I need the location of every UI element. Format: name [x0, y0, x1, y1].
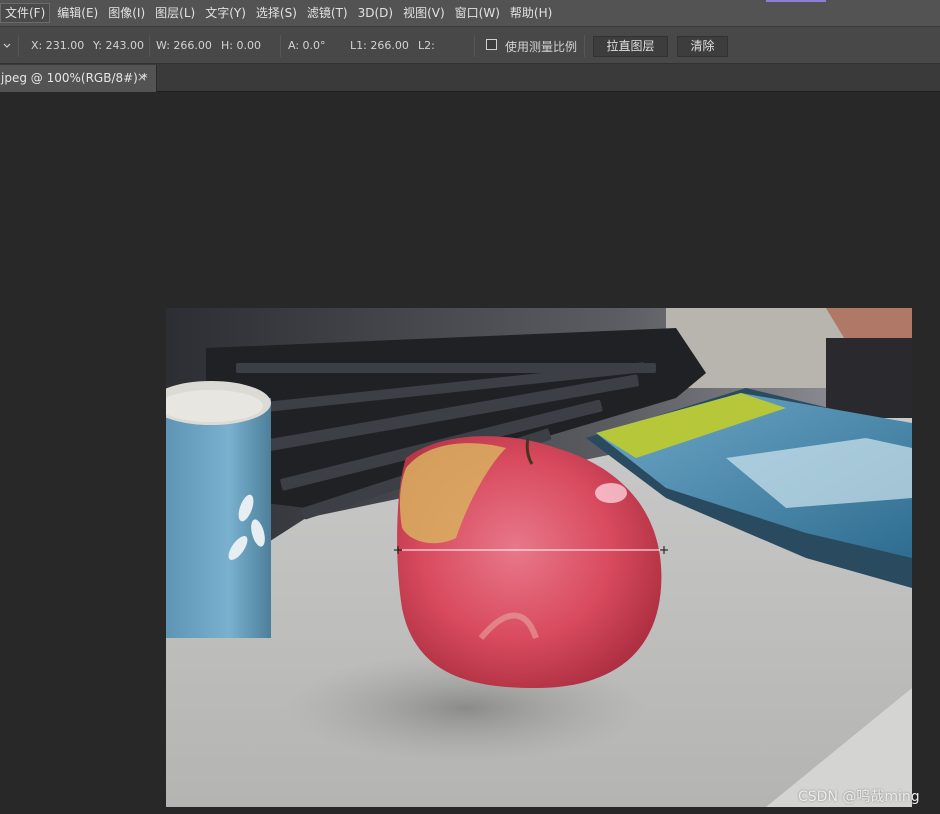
length2-readout: L2: — [418, 39, 435, 52]
document-tab-title: jpeg @ 100%(RGB/8#) * — [1, 71, 148, 85]
use-measurement-scale-checkbox[interactable] — [486, 39, 497, 50]
menu-layer[interactable]: 图层(L) — [150, 3, 200, 23]
options-bar: X: 231.00 Y: 243.00 W: 266.00 H: 0.00 A:… — [0, 26, 940, 64]
clear-button[interactable]: 清除 — [677, 36, 728, 57]
angle-readout: A: 0.0° — [288, 39, 326, 52]
chevron-down-icon[interactable] — [2, 41, 12, 51]
use-measurement-scale-label: 使用测量比例 — [505, 40, 578, 54]
menu-file[interactable]: 文件(F) — [0, 3, 51, 23]
close-icon[interactable]: × — [137, 70, 147, 84]
y-readout: Y: 243.00 — [93, 39, 144, 52]
menu-edit[interactable]: 编辑(E) — [52, 3, 103, 23]
document-image[interactable] — [166, 308, 912, 807]
divider — [280, 35, 281, 57]
document-tab[interactable]: jpeg @ 100%(RGB/8#) * × — [0, 65, 157, 92]
straighten-layer-button[interactable]: 拉直图层 — [593, 36, 668, 57]
menu-type[interactable]: 文字(Y) — [200, 3, 251, 23]
menu-view[interactable]: 视图(V) — [398, 3, 450, 23]
divider — [584, 35, 585, 57]
height-readout: H: 0.00 — [221, 39, 261, 52]
document-tab-bar: jpeg @ 100%(RGB/8#) * × — [0, 64, 940, 92]
divider — [474, 35, 475, 57]
menu-filter[interactable]: 滤镜(T) — [302, 3, 353, 23]
menu-image[interactable]: 图像(I) — [103, 3, 150, 23]
apple-photo — [166, 308, 912, 807]
menu-help[interactable]: 帮助(H) — [505, 3, 557, 23]
length1-readout: L1: 266.00 — [350, 39, 409, 52]
width-readout: W: 266.00 — [156, 39, 212, 52]
menu-3d[interactable]: 3D(D) — [353, 3, 398, 23]
menu-bar: 文件(F) 编辑(E) 图像(I) 图层(L) 文字(Y) 选择(S) 滤镜(T… — [0, 0, 940, 26]
divider — [149, 35, 150, 57]
menu-window[interactable]: 窗口(W) — [450, 3, 505, 23]
divider — [18, 35, 19, 57]
menu-accent-bar — [766, 0, 826, 2]
menu-select[interactable]: 选择(S) — [251, 3, 302, 23]
watermark-text: CSDN @鸣哉ming — [798, 789, 920, 805]
x-readout: X: 231.00 — [31, 39, 85, 52]
